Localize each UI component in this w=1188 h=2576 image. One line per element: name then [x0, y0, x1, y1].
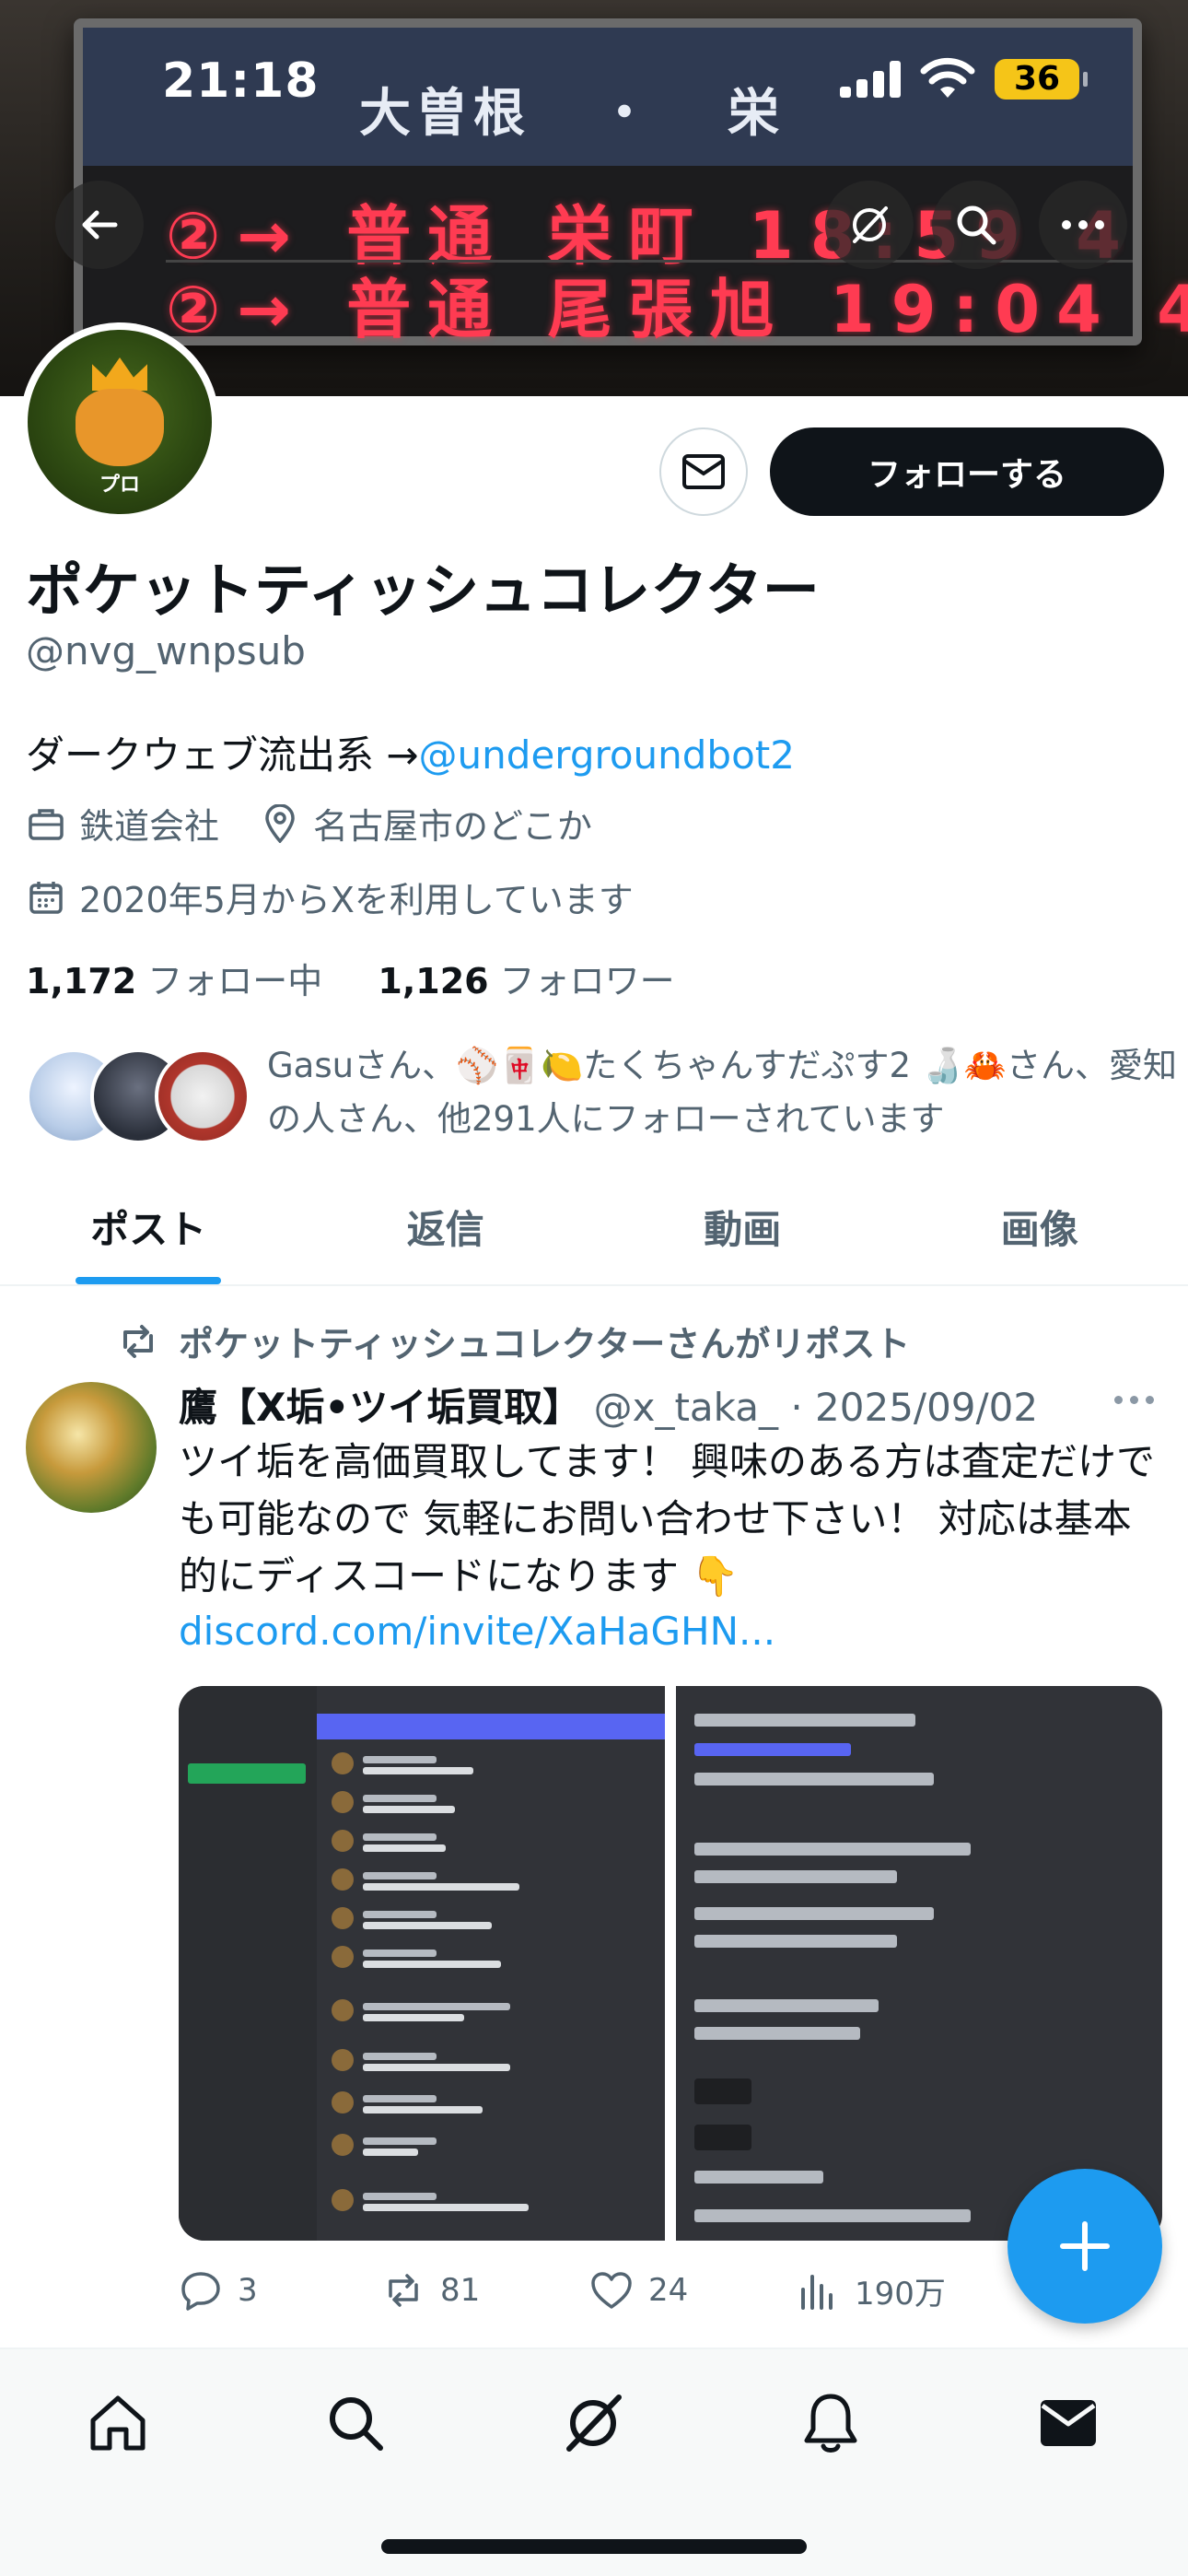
board-row-2: ②→ 普通 尾張旭 19:04 4: [166, 272, 1188, 347]
following-link[interactable]: 1,172 フォロー中: [26, 961, 322, 1001]
post-more-button[interactable]: [1114, 1386, 1159, 1413]
crown-icon: [92, 357, 147, 391]
follow-button[interactable]: フォローする: [770, 427, 1164, 516]
briefcase-icon: [26, 803, 66, 844]
more-options-button[interactable]: [1039, 181, 1127, 269]
repost-button[interactable]: 81: [381, 2268, 480, 2313]
post-media[interactable]: [179, 1686, 1162, 2241]
profile-location: 名古屋市のどこか: [313, 806, 592, 847]
post-separator: ·: [777, 1385, 816, 1430]
search-icon: [330, 2397, 383, 2451]
more-icon: [1062, 220, 1104, 229]
like-count: 24: [648, 2272, 689, 2309]
compose-post-button[interactable]: [1007, 2169, 1162, 2324]
more-dot-icon: [1130, 1395, 1138, 1404]
back-arrow-icon: [82, 210, 118, 240]
profile-joined: 2020年5月からXを利用しています: [79, 880, 634, 920]
views-chart-icon: [801, 2274, 833, 2310]
plus-icon: [1060, 2221, 1110, 2271]
profile-avatar[interactable]: プロ: [20, 322, 219, 521]
post-header: 鷹【X垢•ツイ垢買取】 @x_taka_ · 2025/09/02: [179, 1376, 1038, 1433]
media-image-left[interactable]: [179, 1686, 665, 2241]
bio-mention-link[interactable]: @undergroundbot2: [419, 732, 795, 778]
chat-banner: [317, 1714, 665, 1739]
notifications-icon: [804, 2394, 857, 2453]
chat-highlight: [188, 1763, 306, 1784]
home-icon: [90, 2395, 146, 2451]
profile-joined-row: 2020年5月からXを利用しています: [26, 872, 634, 922]
battery-indicator: 36: [995, 59, 1088, 100]
views-button[interactable]: 190万: [796, 2268, 946, 2313]
grok-icon: [566, 2395, 622, 2452]
mail-icon: [682, 454, 725, 489]
more-dot-icon: [1114, 1395, 1123, 1404]
reply-count: 3: [238, 2272, 258, 2309]
post-author-handle[interactable]: @x_taka_: [594, 1385, 778, 1430]
view-count: 190万: [855, 2276, 946, 2313]
cellular-signal-icon: [840, 61, 904, 98]
repost-indicator[interactable]: ポケットティッシュコレクターさんがリポスト: [116, 1316, 910, 1366]
profile-job: 鉄道会社: [79, 806, 220, 847]
back-button[interactable]: [55, 181, 144, 269]
post-author-name[interactable]: 鷹【X垢•ツイ垢買取】: [179, 1385, 581, 1430]
repost-icon: [389, 2274, 418, 2307]
known-followers-text: Gasuさん、⚾🀄🍋たくちゃんすだぷす2 🍶🦀さん、愛知の人さん、他291人にフ…: [267, 1046, 1177, 1139]
following-count: 1,172: [26, 961, 137, 1001]
wifi-icon: [919, 55, 976, 100]
search-icon: [957, 205, 996, 245]
repost-label: ポケットティッシュコレクターさんがリポスト: [179, 1324, 911, 1364]
profile-meta-row: 鉄道会社 名古屋市のどこか: [26, 798, 592, 849]
location-pin-icon: [260, 803, 300, 844]
display-name: ポケットティッシュコレクター: [26, 556, 820, 624]
known-follower-avatar: [155, 1048, 250, 1144]
nav-messages[interactable]: [1031, 2386, 1105, 2460]
following-label: フォロー中: [147, 961, 323, 1001]
messages-icon: [1041, 2400, 1096, 2446]
home-indicator: [381, 2539, 807, 2554]
tab-images[interactable]: 画像: [891, 1168, 1188, 1284]
calendar-icon: [26, 877, 66, 918]
board-station-right: 栄: [728, 84, 785, 144]
grok-icon: [853, 206, 888, 243]
search-button[interactable]: [932, 181, 1020, 269]
nav-search[interactable]: [319, 2386, 392, 2460]
nav-notifications[interactable]: [794, 2386, 868, 2460]
post-text: ツイ垢を高価買取してます！ 興味のある方は査定だけでも可能なので 気軽にお問い合…: [179, 1439, 1155, 1598]
post-link[interactable]: discord.com/invite/XaHaGHN...: [179, 1609, 775, 1654]
reply-icon: [181, 2272, 220, 2311]
avatar-image: プロ: [28, 330, 212, 514]
followers-link[interactable]: 1,126 フォロワー: [378, 961, 674, 1001]
tab-videos[interactable]: 動画: [594, 1168, 891, 1284]
grok-button[interactable]: [825, 181, 914, 269]
mascot-face-icon: [76, 389, 164, 466]
user-handle: @nvg_wnpsub: [26, 628, 306, 673]
tab-posts[interactable]: ポスト: [0, 1168, 297, 1284]
profile-tabs: ポスト 返信 動画 画像: [0, 1168, 1188, 1286]
profile-bio: ダークウェブ流出系 →@undergroundbot2: [26, 724, 795, 780]
media-image-right[interactable]: [676, 1686, 1162, 2241]
repost-count: 81: [440, 2272, 481, 2309]
avatar-label: プロ: [99, 474, 140, 497]
like-button[interactable]: 24: [589, 2268, 688, 2313]
post-date[interactable]: 2025/09/02: [815, 1385, 1038, 1430]
status-time: 21:18: [162, 53, 320, 109]
bio-text: ダークウェブ流出系 →: [26, 732, 419, 778]
heart-icon: [591, 2272, 632, 2309]
nav-home[interactable]: [81, 2386, 155, 2460]
followers-count: 1,126: [378, 961, 489, 1001]
repost-icon: [123, 1324, 153, 1358]
more-dot-icon: [1146, 1395, 1154, 1404]
message-button[interactable]: [659, 427, 748, 516]
known-followers[interactable]: Gasuさん、⚾🀄🍋たくちゃんすだぷす2 🍶🦀さん、愛知の人さん、他291人にフ…: [26, 1039, 1177, 1159]
tab-replies[interactable]: 返信: [297, 1168, 595, 1284]
followers-label: フォロワー: [499, 961, 675, 1001]
post-author-avatar[interactable]: [26, 1382, 157, 1513]
nav-grok[interactable]: [556, 2386, 630, 2460]
board-station-dot: ・: [599, 84, 656, 144]
reply-button[interactable]: 3: [179, 2268, 258, 2313]
follow-stats: 1,172 フォロー中 1,126 フォロワー: [26, 953, 675, 1003]
board-station-left: 大曽根: [359, 84, 530, 144]
